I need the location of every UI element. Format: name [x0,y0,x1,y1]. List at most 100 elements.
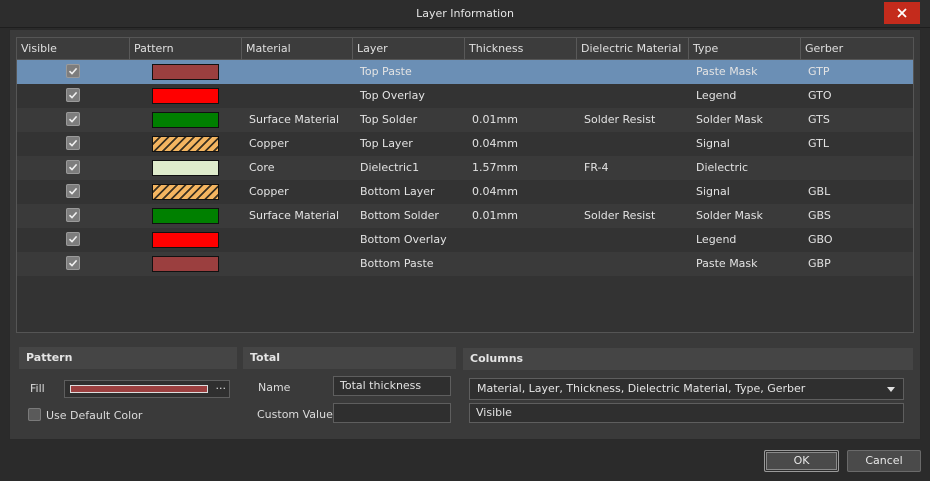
visible-checkbox[interactable] [66,232,80,246]
cell-dielectric-material: Solder Resist [584,209,656,222]
check-icon [68,91,78,99]
cell-type: Signal [696,185,730,198]
window-title: Layer Information [416,7,514,20]
cell-thickness: 0.01mm [472,209,518,222]
visible-checkbox[interactable] [66,88,80,102]
check-icon [68,163,78,171]
cell-type: Solder Mask [696,209,763,222]
check-icon [68,211,78,219]
pattern-swatch[interactable] [152,112,219,128]
cell-type: Legend [696,233,737,246]
visible-checkbox[interactable] [66,136,80,150]
cell-material: Surface Material [249,113,340,126]
cell-gerber: GTL [808,137,829,150]
table-header: Visible Pattern Material Layer Thickness… [17,38,913,60]
columns-dropdown[interactable]: Material, Layer, Thickness, Dielectric M… [469,378,904,400]
column-header-type[interactable]: Type [689,38,801,60]
cell-dielectric-material: Solder Resist [584,113,656,126]
cell-material: Copper [249,137,289,150]
pattern-swatch[interactable] [152,64,219,80]
cell-gerber: GBS [808,209,831,222]
table-row[interactable]: Copper Top Layer 0.04mm Signal GTL [17,132,913,156]
custom-value-field[interactable] [333,403,451,423]
cancel-button[interactable]: Cancel [847,450,921,472]
cell-thickness: 0.01mm [472,113,518,126]
cell-thickness: 0.04mm [472,137,518,150]
cell-layer: Bottom Paste [360,257,434,270]
check-icon [68,115,78,123]
check-icon [68,67,78,75]
table-row[interactable]: Copper Bottom Layer 0.04mm Signal GBL [17,180,913,204]
cell-type: Signal [696,137,730,150]
cell-layer: Top Solder [360,113,418,126]
cell-gerber: GBP [808,257,831,270]
cell-layer: Top Overlay [360,89,425,102]
columns-panel-heading: Columns [463,348,913,370]
pattern-swatch[interactable] [152,256,219,272]
fill-color-picker[interactable]: ··· [64,380,230,398]
cell-layer: Dielectric1 [360,161,420,174]
name-label: Name [258,381,291,394]
pattern-swatch[interactable] [152,232,219,248]
fill-color-swatch [70,385,208,393]
cell-material: Core [249,161,275,174]
cell-material: Surface Material [249,209,340,222]
total-name-field[interactable]: Total thickness [333,376,451,396]
check-icon [68,187,78,195]
cell-type: Paste Mask [696,257,758,270]
pattern-panel-heading: Pattern [19,347,237,369]
columns-dropdown-value: Material, Layer, Thickness, Dielectric M… [477,382,806,395]
chevron-down-icon [887,387,895,392]
table-row[interactable]: Core Dielectric1 1.57mm FR-4 Dielectric [17,156,913,180]
cell-layer: Top Layer [360,137,413,150]
cell-thickness: 0.04mm [472,185,518,198]
column-header-pattern[interactable]: Pattern [130,38,242,60]
pattern-swatch[interactable] [152,184,219,200]
table-row[interactable]: Bottom Overlay Legend GBO [17,228,913,252]
cell-material: Copper [249,185,289,198]
visible-checkbox[interactable] [66,256,80,270]
cell-type: Dielectric [696,161,749,174]
table-row[interactable]: Top Overlay Legend GTO [17,84,913,108]
column-header-material[interactable]: Material [242,38,353,60]
column-header-thickness[interactable]: Thickness [465,38,577,60]
close-icon [897,8,907,18]
check-icon [68,235,78,243]
use-default-color-checkbox[interactable] [28,408,41,421]
table-row[interactable]: Bottom Paste Paste Mask GBP [17,252,913,276]
ellipsis-icon[interactable]: ··· [216,382,227,395]
column-header-layer[interactable]: Layer [353,38,465,60]
close-button[interactable] [884,2,920,24]
visible-checkbox[interactable] [66,160,80,174]
title-bar: Layer Information [0,0,930,28]
cell-type: Legend [696,89,737,102]
visible-checkbox[interactable] [66,112,80,126]
check-icon [68,139,78,147]
pattern-swatch[interactable] [152,88,219,104]
cell-layer: Top Paste [360,65,412,78]
custom-value-label: Custom Value [257,408,333,421]
column-header-dielectric-material[interactable]: Dielectric Material [577,38,689,60]
fill-label: Fill [30,382,45,395]
table-row[interactable]: Top Paste Paste Mask GTP [17,60,913,84]
pattern-swatch[interactable] [152,208,219,224]
cell-gerber: GTS [808,113,830,126]
pattern-swatch[interactable] [152,160,219,176]
columns-secondary-field[interactable]: Visible [469,403,904,423]
visible-checkbox[interactable] [66,208,80,222]
cell-type: Solder Mask [696,113,763,126]
visible-checkbox[interactable] [66,64,80,78]
cell-gerber: GTO [808,89,832,102]
visible-checkbox[interactable] [66,184,80,198]
cell-gerber: GBO [808,233,833,246]
table-row[interactable]: Surface Material Bottom Solder 0.01mm Solde… [17,204,913,228]
cell-layer: Bottom Overlay [360,233,447,246]
ok-button[interactable]: OK [764,450,839,472]
column-header-gerber[interactable]: Gerber [801,38,913,60]
column-header-visible[interactable]: Visible [17,38,130,60]
check-icon [68,259,78,267]
pattern-swatch[interactable] [152,136,219,152]
table-row[interactable]: Surface Material Top Solder 0.01mm Solder R… [17,108,913,132]
cell-layer: Bottom Solder [360,209,439,222]
cell-gerber: GTP [808,65,830,78]
